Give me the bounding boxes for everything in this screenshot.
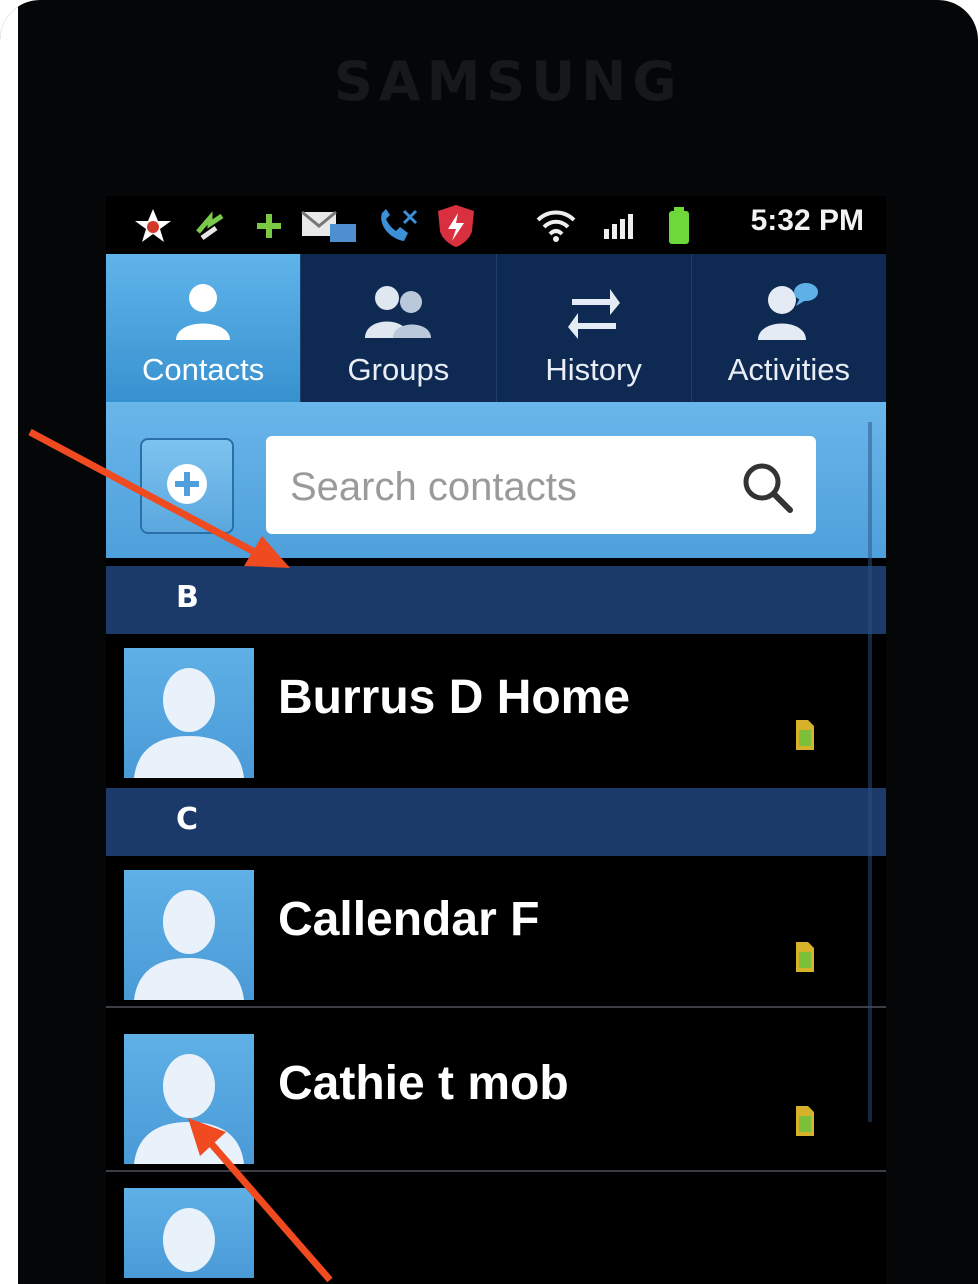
missed-call-icon	[374, 206, 422, 246]
status-bar: 5:32 PM	[106, 196, 886, 254]
avatar	[124, 1188, 254, 1278]
tab-label: Groups	[347, 352, 450, 387]
wifi-icon	[536, 206, 576, 246]
search-box[interactable]	[266, 436, 816, 534]
avatar	[124, 648, 254, 778]
device-brand-logo: SAMSUNG	[334, 50, 683, 113]
row-divider	[106, 1006, 886, 1008]
tab-label: Contacts	[141, 352, 265, 387]
battery-icon	[666, 206, 692, 246]
tab-label: Activities	[727, 352, 851, 387]
contact-row[interactable]: Callendar F	[106, 858, 886, 1008]
phone-body: SAMSUNG 5:32 PM Contacts Groups History …	[0, 0, 978, 1284]
activities-icon	[756, 280, 822, 342]
contact-row[interactable]: Burrus D Home	[106, 636, 886, 786]
contact-row[interactable]: Cathie t mob	[106, 1022, 886, 1172]
message-icon	[300, 206, 360, 246]
row-divider	[106, 1170, 886, 1172]
background-margin-left	[0, 0, 18, 1284]
plus-icon	[254, 206, 284, 246]
antivirus-shield-icon	[436, 205, 476, 247]
add-contact-button[interactable]	[140, 438, 234, 534]
tab-history[interactable]: History	[495, 254, 691, 402]
tab-activities[interactable]: Activities	[690, 254, 886, 402]
search-input[interactable]	[288, 460, 712, 514]
tab-label: History	[545, 352, 642, 387]
sim-card-icon	[794, 940, 816, 974]
contact-name: Cathie t mob	[278, 1057, 569, 1110]
star-icon	[134, 206, 172, 246]
sim-card-icon	[794, 1104, 816, 1138]
add-contact-icon	[165, 462, 209, 510]
contacts-screen: 5:32 PM Contacts Groups History Activiti…	[106, 196, 886, 1284]
section-header-b: B	[106, 566, 886, 634]
contact-icon	[172, 280, 234, 342]
history-icon	[566, 280, 622, 342]
tab-contacts[interactable]: Contacts	[106, 254, 301, 402]
avatar	[124, 870, 254, 1000]
tab-groups[interactable]: Groups	[300, 254, 495, 402]
contact-name: Callendar F	[278, 893, 540, 946]
groups-icon	[363, 280, 433, 342]
avatar	[124, 1034, 254, 1164]
signal-icon	[602, 206, 636, 246]
contact-name: Burrus D Home	[278, 671, 631, 724]
search-icon[interactable]	[736, 456, 798, 518]
section-letter: B	[176, 580, 199, 615]
section-letter: C	[176, 802, 199, 837]
search-bar	[106, 402, 886, 558]
tab-bar: Contacts Groups History Activities	[106, 254, 886, 402]
status-time: 5:32 PM	[750, 204, 864, 237]
sync-icon	[192, 206, 232, 246]
sim-card-icon	[794, 718, 816, 752]
alphabet-index-scroller[interactable]	[860, 422, 880, 1122]
section-header-c: C	[106, 788, 886, 856]
